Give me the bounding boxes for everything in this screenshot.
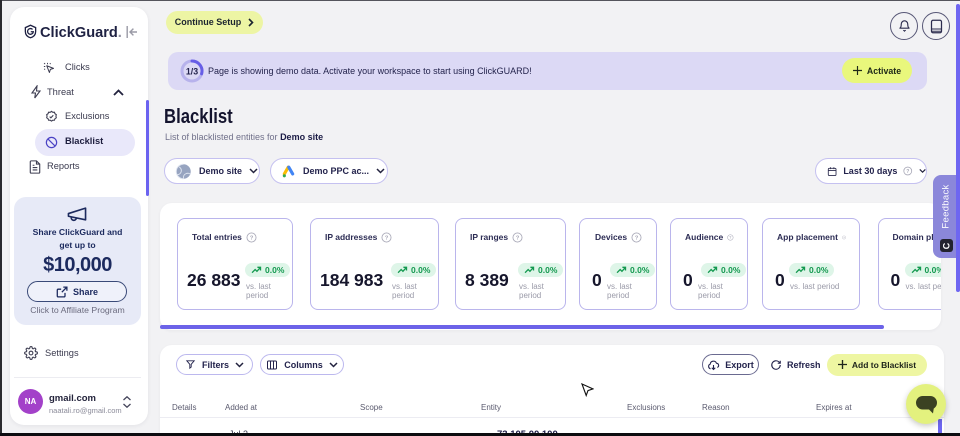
svg-text:1/3: 1/3 — [186, 66, 198, 76]
svg-text:?: ? — [385, 235, 389, 241]
svg-text:?: ? — [250, 235, 254, 241]
svg-text:?: ? — [635, 235, 639, 241]
svg-text:?: ? — [730, 235, 732, 239]
svg-text:?: ? — [907, 169, 910, 175]
svg-text:?: ? — [516, 235, 520, 241]
